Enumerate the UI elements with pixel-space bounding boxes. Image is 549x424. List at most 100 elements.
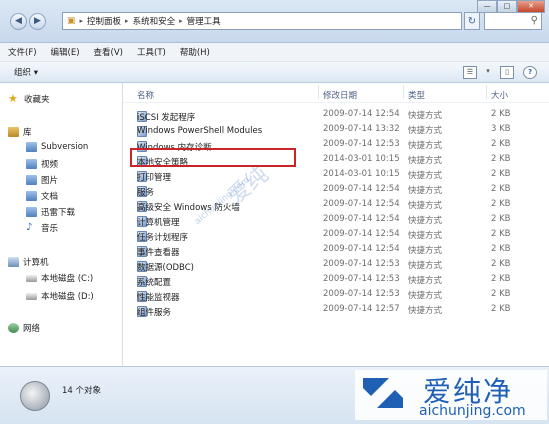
sidebar-item-drive-c[interactable]: 本地磁盘 (C:) [26,272,93,284]
breadcrumb-system-security[interactable]: 系统和安全 [133,15,176,27]
table-row[interactable]: 事件查看器 2009-07-14 12:54 快捷方式 2 KB [123,242,549,258]
column-header-name[interactable]: 名称 [137,89,154,101]
file-size: 2 KB [491,184,511,194]
sidebar-item-subversion[interactable]: Subversion [26,142,88,152]
file-type: 快捷方式 [408,306,443,316]
sidebar-label: 网络 [23,324,41,334]
help-icon[interactable]: ? [523,66,537,79]
file-date: 2009-07-14 12:53 [323,289,400,299]
table-row[interactable]: 性能监视器 2009-07-14 12:53 快捷方式 2 KB [123,287,549,303]
menu-help[interactable]: 帮助(H) [180,46,210,58]
file-date: 2009-07-14 13:32 [323,124,400,134]
file-date: 2009-07-14 12:54 [323,199,400,209]
library-icon [8,127,19,137]
file-size: 2 KB [491,274,511,284]
table-row[interactable]: 高级安全 Windows 防火墙 2009-07-14 12:54 快捷方式 2… [123,197,549,213]
file-size: 2 KB [491,259,511,269]
sidebar-item-favorites[interactable]: ★ 收藏夹 [8,93,50,105]
file-date: 2009-07-14 12:54 [323,229,400,239]
sidebar-label: 收藏夹 [24,95,50,105]
window-controls: — □ ✕ [477,0,545,13]
table-row[interactable]: iSCSI 发起程序 2009-07-14 12:54 快捷方式 2 KB [123,107,549,123]
disk-icon [26,292,37,300]
file-type: 快捷方式 [408,171,443,181]
view-options-icon[interactable]: ☰ [463,66,477,79]
menu-view[interactable]: 查看(V) [94,46,123,58]
sidebar-item-network[interactable]: 网络 [8,322,40,334]
table-row[interactable]: Windows PowerShell Modules 2009-07-14 13… [123,122,549,137]
sidebar-label: 文档 [41,192,59,202]
menu-edit[interactable]: 编辑(E) [51,46,80,58]
file-type: 快捷方式 [408,246,443,256]
table-row[interactable]: 系统配置 2009-07-14 12:53 快捷方式 2 KB [123,272,549,288]
sidebar-label: 本地磁盘 (C:) [41,274,94,284]
file-size: 2 KB [491,244,511,254]
file-date: 2014-03-01 10:15 [323,169,400,179]
file-size: 3 KB [491,124,511,134]
refresh-button[interactable]: ↻ [464,12,480,30]
view-dropdown-icon[interactable]: ▾ [482,66,494,77]
organize-button[interactable]: 组织 ▾ [14,66,38,78]
sidebar-item-music[interactable]: ♪ 音乐 [26,222,59,235]
menu-file[interactable]: 文件(F) [8,46,37,58]
column-header-date[interactable]: 修改日期 [323,89,357,101]
breadcrumb-separator-icon: ▸ [179,17,183,25]
network-icon [8,323,19,333]
maximize-button[interactable]: □ [497,0,517,13]
file-size: 2 KB [491,199,511,209]
menu-tools[interactable]: 工具(T) [137,46,166,58]
sidebar-item-thunder-downloads[interactable]: 迅雷下载 [26,206,75,218]
close-button[interactable]: ✕ [517,0,545,13]
file-type: 快捷方式 [408,126,443,136]
sidebar-item-pictures[interactable]: 图片 [26,174,58,186]
table-row[interactable]: 任务计划程序 2009-07-14 12:54 快捷方式 2 KB [123,227,549,243]
file-name: Windows PowerShell Modules [137,126,263,136]
table-row[interactable]: 服务 2009-07-14 12:54 快捷方式 2 KB [123,182,549,198]
preview-pane-icon[interactable]: ▯ [500,66,514,79]
file-date: 2009-07-14 12:53 [323,139,400,149]
menu-bar: 文件(F) 编辑(E) 查看(V) 工具(T) 帮助(H) [0,43,549,62]
column-header-size[interactable]: 大小 [491,89,508,101]
file-name: 组件服务 [137,308,172,318]
sidebar-item-computer[interactable]: 计算机 [8,256,49,268]
file-date: 2009-07-14 12:54 [323,214,400,224]
column-divider[interactable] [403,85,404,99]
column-divider[interactable] [486,85,487,99]
file-type: 快捷方式 [408,186,443,196]
file-date: 2009-07-14 12:54 [323,184,400,194]
minimize-button[interactable]: — [477,0,497,13]
header-divider [123,102,549,103]
file-size: 2 KB [491,289,511,299]
sidebar-label: 迅雷下载 [41,208,76,218]
table-row[interactable]: 计算机管理 2009-07-14 12:54 快捷方式 2 KB [123,212,549,228]
sidebar-label: 库 [23,128,32,138]
sidebar-item-drive-d[interactable]: 本地磁盘 (D:) [26,290,94,302]
file-type: 快捷方式 [408,201,443,211]
table-row[interactable]: 打印管理 2014-03-01 10:15 快捷方式 2 KB [123,167,549,183]
file-type: 快捷方式 [408,111,443,121]
search-input[interactable]: ⚲ [484,12,542,30]
column-divider[interactable] [318,85,319,99]
sidebar-item-libraries[interactable]: 库 [8,126,32,138]
breadcrumb-separator-icon: ▸ [79,17,84,25]
file-size: 2 KB [491,154,511,164]
file-type: 快捷方式 [408,141,443,151]
sidebar-item-videos[interactable]: 视频 [26,158,58,170]
item-count: 14 个对象 [62,386,102,396]
forward-button[interactable]: ▶ [29,13,46,30]
sidebar-item-documents[interactable]: 文档 [26,190,58,202]
sidebar-label: 图片 [41,176,59,186]
table-row[interactable]: 数据源(ODBC) 2009-07-14 12:53 快捷方式 2 KB [123,257,549,273]
back-button[interactable]: ◀ [10,13,27,30]
table-row[interactable]: 组件服务 2009-07-14 12:57 快捷方式 2 KB [123,302,549,318]
breadcrumb-admin-tools[interactable]: 管理工具 [187,15,221,27]
folder-icon [26,142,37,152]
column-header-type[interactable]: 类型 [408,89,425,101]
file-size: 2 KB [491,214,511,224]
picture-icon [26,175,37,185]
address-bar[interactable]: ▣ ▸ 控制面板 ▸ 系统和安全 ▸ 管理工具 [62,12,462,30]
sidebar-label: 音乐 [41,224,59,234]
breadcrumb-control-panel[interactable]: 控制面板 [87,15,121,27]
file-type: 快捷方式 [408,291,443,301]
file-size: 2 KB [491,139,511,149]
